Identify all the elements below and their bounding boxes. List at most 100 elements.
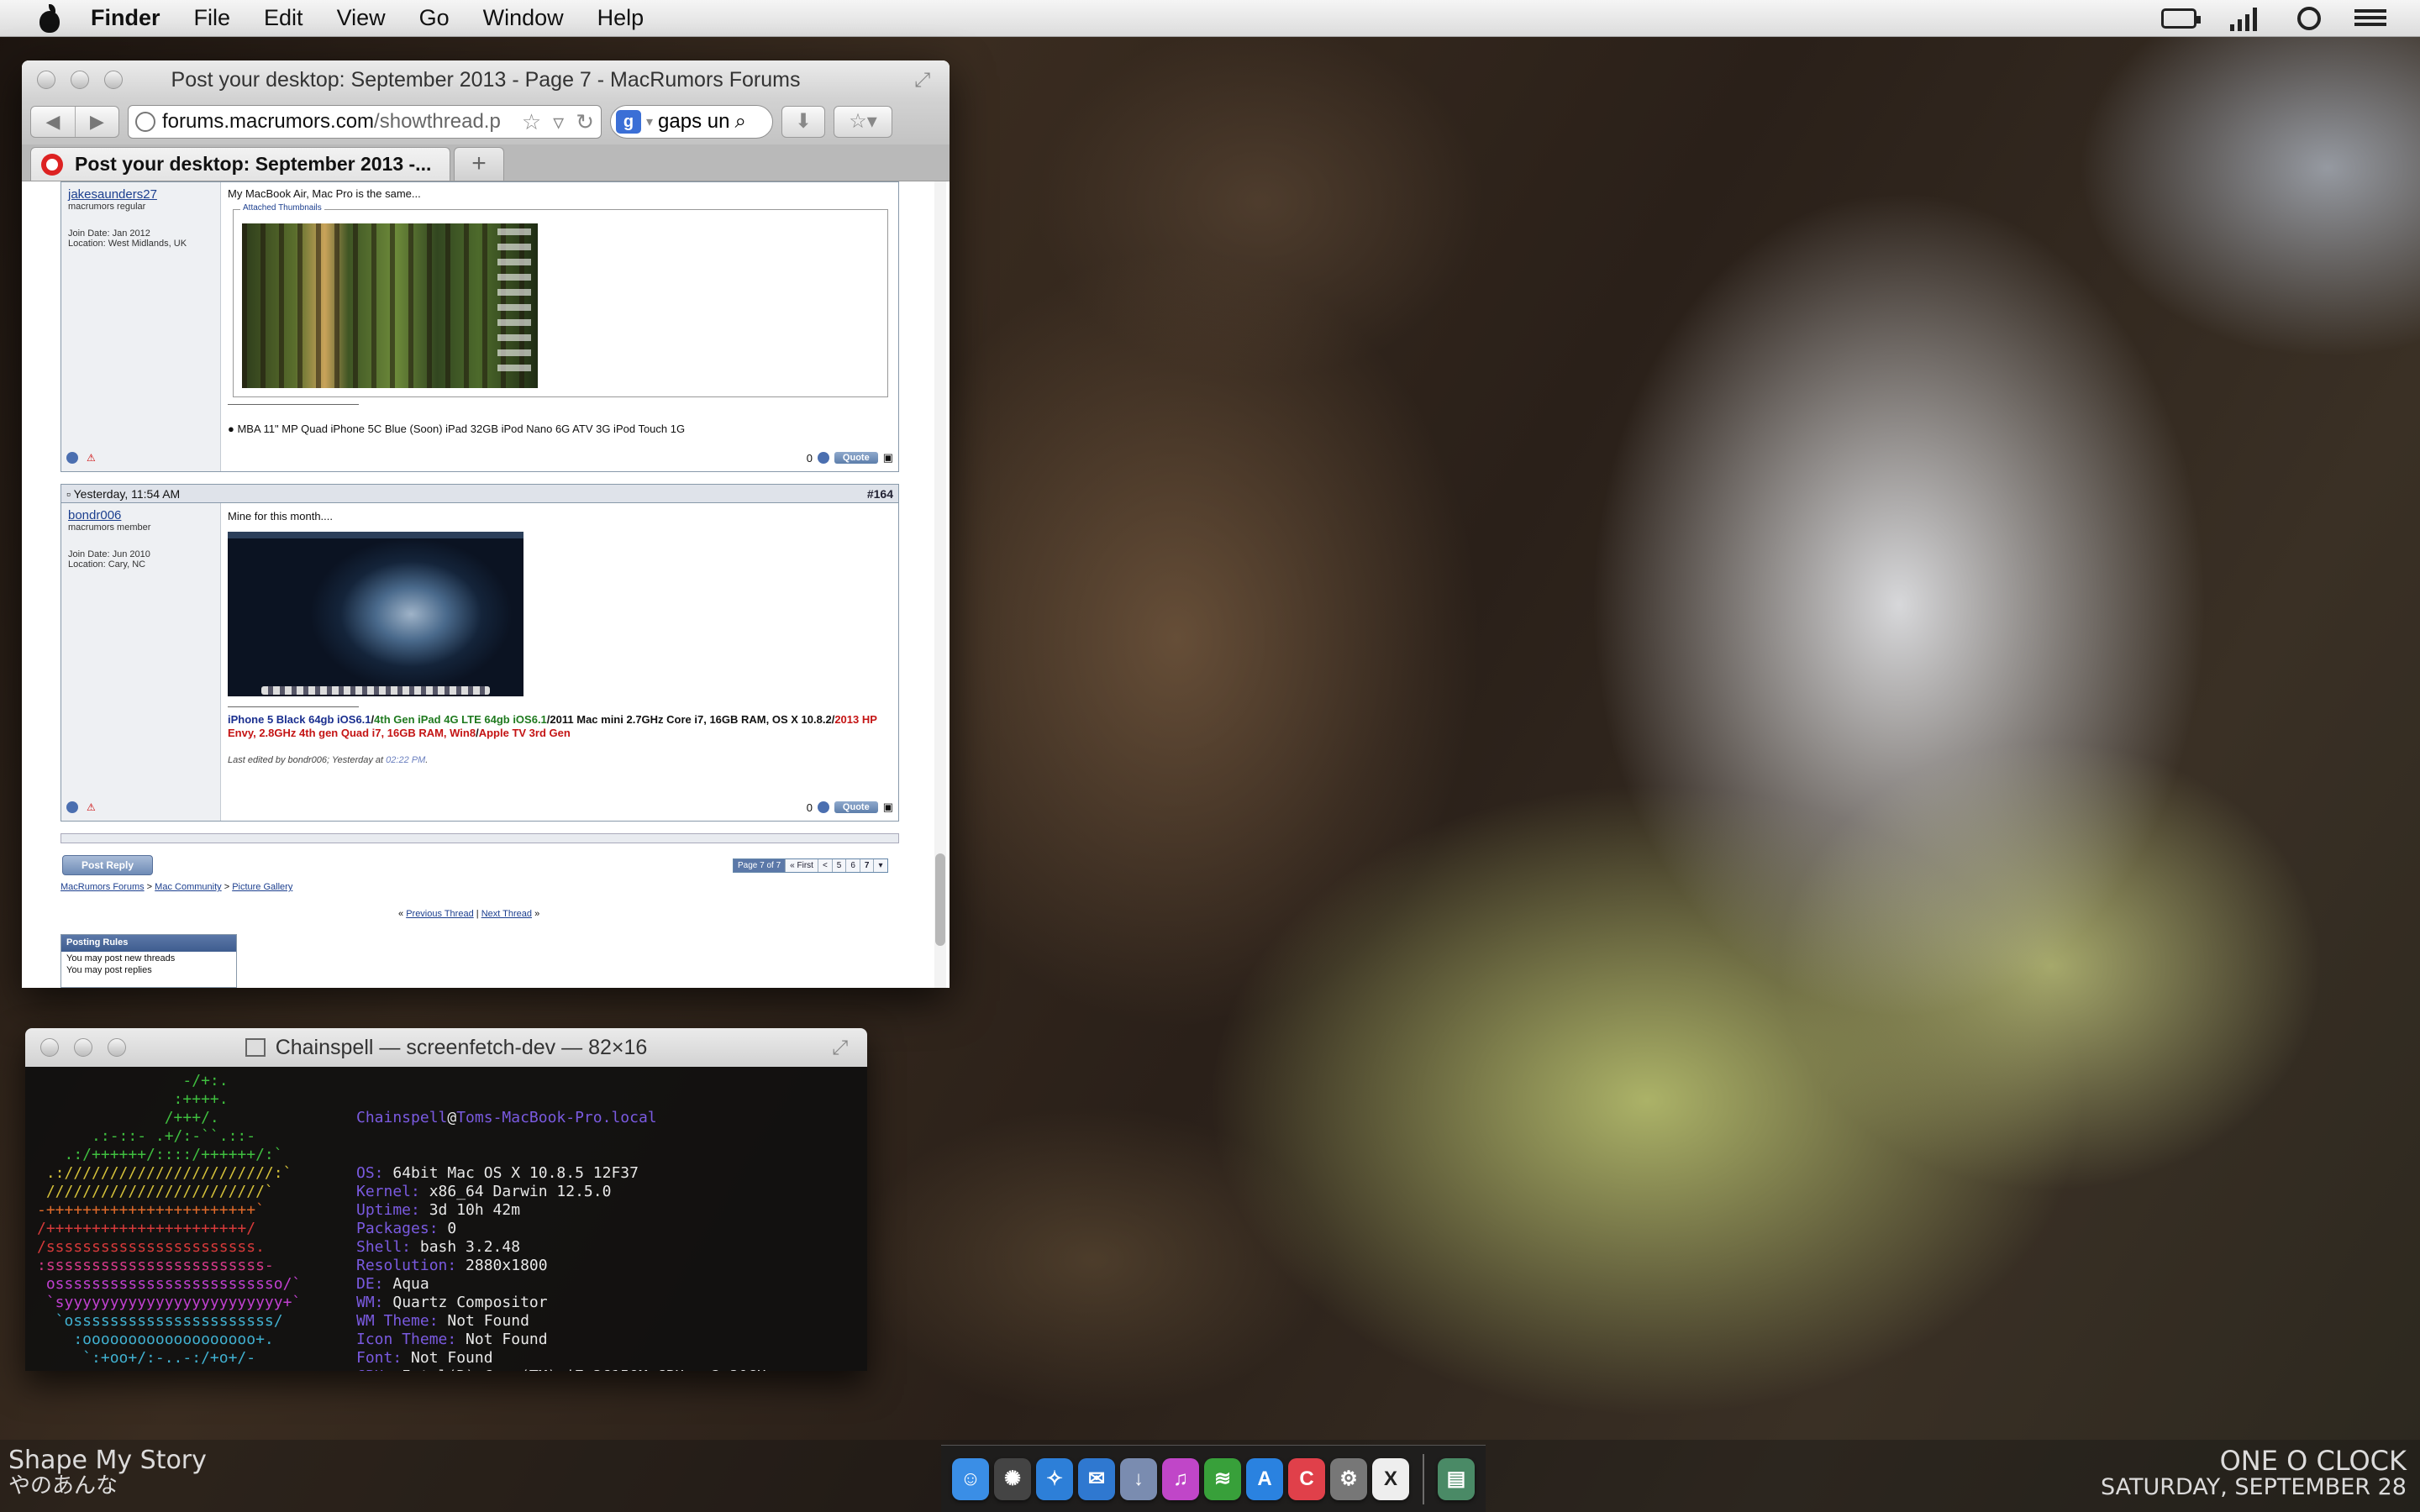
reload-icon[interactable]: ↻: [576, 109, 594, 135]
next-thread-link[interactable]: Next Thread: [481, 909, 532, 919]
forum-post: ▫ Yesterday, 11:54 AM #164 bondr006 macr…: [60, 484, 899, 822]
fullscreen-icon[interactable]: ⤢: [914, 69, 938, 92]
post-reply-button[interactable]: Post Reply: [62, 855, 153, 875]
pocket-icon[interactable]: C: [1288, 1457, 1325, 1500]
tiger-desktop-image[interactable]: [228, 532, 523, 696]
breadcrumb-item[interactable]: Picture Gallery: [232, 882, 292, 892]
mail-icon[interactable]: ✉: [1078, 1457, 1115, 1500]
page-link-5[interactable]: 5: [831, 859, 846, 872]
url-text: forums.macrumors.com/showthread.p: [162, 110, 501, 134]
minimize-button[interactable]: [71, 71, 89, 89]
google-icon[interactable]: g: [616, 110, 641, 134]
page-scrollbar[interactable]: [934, 181, 946, 988]
close-button[interactable]: [40, 1038, 59, 1057]
forward-button[interactable]: ▶: [75, 107, 118, 137]
terminal-output[interactable]: -/+:. :++++. /+++/. .:-::- .+/:-``.::- .…: [25, 1067, 867, 1371]
dropdown-icon[interactable]: ▿: [553, 109, 564, 135]
zoom-button[interactable]: [104, 71, 123, 89]
close-button[interactable]: [37, 71, 55, 89]
back-button[interactable]: ◀: [31, 107, 75, 137]
multiquote-icon[interactable]: ▣: [883, 801, 893, 814]
multiquote-icon[interactable]: ▣: [883, 451, 893, 465]
bookmark-star-icon[interactable]: ☆: [522, 109, 541, 135]
report-icon[interactable]: [66, 452, 78, 464]
window-controls: [40, 1038, 126, 1057]
quote-button[interactable]: Quote: [834, 452, 878, 464]
downloads-icon[interactable]: ↓: [1120, 1457, 1157, 1500]
search-icon[interactable]: ⌕: [734, 110, 745, 134]
browser-titlebar[interactable]: Post your desktop: September 2013 - Page…: [22, 60, 950, 99]
page-menu-icon[interactable]: ▾: [873, 859, 887, 872]
menu-file[interactable]: File: [194, 5, 231, 31]
info-line: Resolution: 2880x1800: [356, 1257, 776, 1275]
signature: iPhone 5 Black 64gb iOS6.1/4th Gen iPad …: [228, 713, 877, 739]
launchpad-icon[interactable]: ✺: [994, 1457, 1031, 1500]
warning-icon[interactable]: ⚠: [87, 452, 98, 464]
info-line: Icon Theme: Not Found: [356, 1331, 776, 1349]
location: Location: West Midlands, UK: [68, 239, 187, 249]
tab-active[interactable]: Post your desktop: September 2013 -...: [30, 147, 450, 181]
safari-icon[interactable]: ✧: [1036, 1457, 1073, 1500]
tab-strip: Post your desktop: September 2013 -... +: [22, 144, 950, 181]
info-value: bash 3.2.48: [419, 1238, 521, 1256]
user-panel: bondr006 macrumors member Join Date: Jun…: [61, 503, 221, 821]
itunes-icon[interactable]: ♫: [1162, 1457, 1199, 1500]
x-app-icon[interactable]: X: [1372, 1457, 1409, 1500]
system-preferences-icon[interactable]: ⚙: [1330, 1457, 1367, 1500]
menu-go[interactable]: Go: [419, 5, 450, 31]
like-icon[interactable]: [817, 801, 829, 813]
app-store-icon[interactable]: A: [1246, 1457, 1283, 1500]
bookmarks-button[interactable]: ☆▾: [834, 106, 892, 138]
zoom-button[interactable]: [108, 1038, 126, 1057]
url-bar[interactable]: forums.macrumors.com/showthread.p ☆ ▿ ↻: [128, 105, 602, 139]
spotify-icon[interactable]: ≋: [1204, 1457, 1241, 1500]
posting-rules-box: Posting Rules You may post new threads Y…: [60, 934, 237, 988]
first-page-link[interactable]: « First: [785, 859, 818, 872]
menu-view[interactable]: View: [337, 5, 386, 31]
menu-window[interactable]: Window: [483, 5, 564, 31]
like-icon[interactable]: [817, 452, 829, 464]
breadcrumb-item[interactable]: Mac Community: [155, 882, 221, 892]
previous-thread-link[interactable]: Previous Thread: [406, 909, 474, 919]
menu-help[interactable]: Help: [597, 5, 644, 31]
ascii-logo-line: :++++.: [37, 1090, 229, 1108]
fullscreen-icon[interactable]: ⤢: [832, 1037, 855, 1060]
wifi-bars-icon[interactable]: [2230, 6, 2264, 31]
info-key: OS:: [356, 1164, 393, 1182]
menu-edit[interactable]: Edit: [264, 5, 303, 31]
report-icon[interactable]: [66, 801, 78, 813]
nav-buttons: ◀ ▶: [30, 106, 119, 138]
host-name: Toms-MacBook-Pro.local: [456, 1109, 657, 1126]
finder-icon[interactable]: ☺: [952, 1457, 989, 1500]
post-number-link[interactable]: #164: [867, 487, 893, 501]
forest-desktop-thumbnail[interactable]: [242, 223, 538, 388]
minimize-button[interactable]: [74, 1038, 92, 1057]
page-link-6[interactable]: 6: [845, 859, 860, 872]
info-value: 3d 10h 42m: [429, 1201, 521, 1219]
warning-icon[interactable]: ⚠: [87, 801, 98, 813]
terminal-titlebar[interactable]: Chainspell — screenfetch-dev — 82×16 ⤢: [25, 1028, 867, 1067]
dock: ☺ ✺ ✧ ✉ ↓ ♫ ≋ A C ⚙ X ▤: [941, 1445, 1486, 1512]
quote-button[interactable]: Quote: [834, 801, 878, 813]
battery-icon[interactable]: [2161, 8, 2201, 29]
info-value: 64bit Mac OS X 10.8.5 12F37: [392, 1164, 639, 1182]
user-rank: macrumors regular: [68, 202, 146, 212]
scrollbar-thumb[interactable]: [935, 853, 945, 946]
signature: ● MBA 11" MP Quad iPhone 5C Blue (Soon) …: [228, 423, 685, 435]
page-link-7[interactable]: 7: [859, 859, 874, 872]
username-link[interactable]: jakesaunders27: [68, 187, 213, 202]
search-engine-chevron-icon[interactable]: ▾: [646, 113, 653, 130]
username-link[interactable]: bondr006: [68, 508, 213, 522]
search-bar[interactable]: g ▾ gaps un ⌕: [610, 105, 773, 139]
breadcrumb-item[interactable]: MacRumors Forums: [60, 882, 145, 892]
spotlight-icon[interactable]: [2297, 6, 2321, 30]
apple-menu-icon[interactable]: [37, 3, 62, 33]
menu-app-name[interactable]: Finder: [91, 5, 160, 31]
new-tab-button[interactable]: +: [454, 147, 504, 181]
prev-page-link[interactable]: <: [817, 859, 832, 872]
notification-center-icon[interactable]: [2354, 6, 2388, 31]
join-date: Join Date: Jun 2010: [68, 549, 150, 559]
terminal-window: Chainspell — screenfetch-dev — 82×16 ⤢ -…: [25, 1028, 867, 1371]
download-button[interactable]: ⬇: [781, 106, 825, 138]
trash-icon[interactable]: ▤: [1438, 1457, 1475, 1500]
